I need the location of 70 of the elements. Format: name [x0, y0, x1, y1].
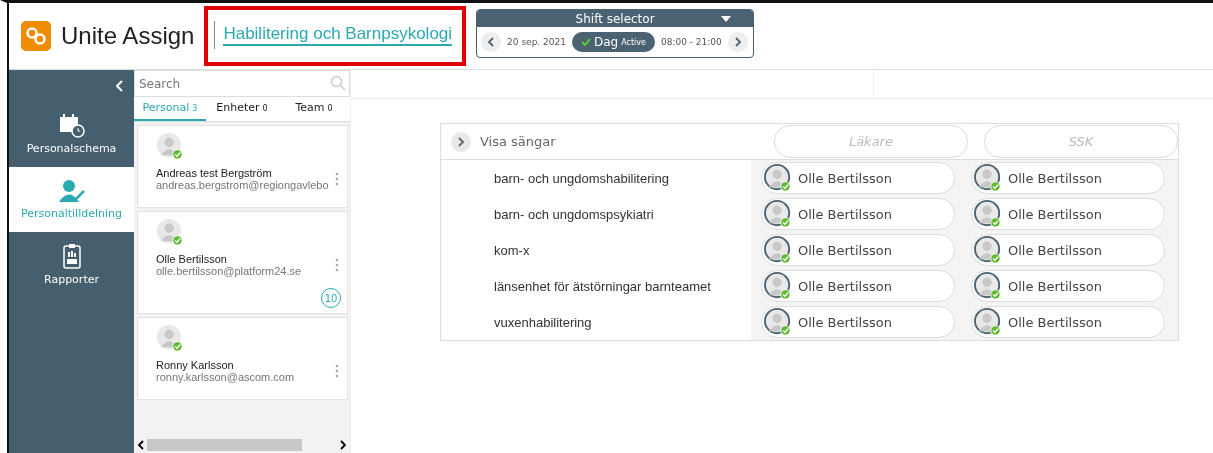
staff-email: andreas.bergstrom@regiongavlebo: [156, 179, 330, 191]
assigned-person[interactable]: Olle Bertilsson: [761, 162, 955, 194]
staff-name: Olle Bertilsson: [156, 253, 228, 265]
staff-email: ronny.karlsson@ascom.com: [156, 371, 296, 383]
staff-card[interactable]: Olle Bertilsson olle.bertilsson@platform24.se 10: [137, 211, 348, 314]
chevron-right-icon: [733, 37, 742, 47]
staff-email: olle.bertilsson@platform24.se: [156, 265, 303, 277]
dropdown-caret-icon[interactable]: [721, 15, 732, 22]
shift-selector-title: Shift selector: [575, 11, 655, 26]
calendar-clock-icon: [58, 114, 85, 138]
staff-name: Ronny Karlsson: [156, 359, 235, 371]
unit-name: länsenhet för ätstörningar barnteamet: [493, 278, 712, 294]
unit-name: vuxenhabilitering: [493, 314, 593, 330]
search-icon: [330, 75, 346, 91]
staff-card[interactable]: Andreas test Bergström andreas.bergstrom@regiongavlebo: [137, 125, 348, 208]
more-icon[interactable]: [335, 364, 339, 378]
scroll-left-icon: [137, 440, 145, 450]
assigned-person[interactable]: Olle Bertilsson: [761, 198, 955, 230]
sidebar-item[interactable]: Personalschema: [9, 102, 134, 167]
avatar-icon: [764, 308, 792, 336]
previous-button[interactable]: [481, 32, 502, 52]
more-icon[interactable]: [335, 258, 339, 272]
app-title: Unite Assign: [61, 22, 195, 50]
avatar-icon: [764, 164, 792, 192]
shift-date: 20 sep. 2021: [507, 37, 566, 47]
avatar-icon: [764, 200, 792, 228]
staff-card[interactable]: Ronny Karlsson ronny.karlsson@ascom.com: [137, 317, 348, 400]
assigned-person[interactable]: Olle Bertilsson: [971, 306, 1165, 338]
search-field[interactable]: Search: [134, 70, 350, 97]
avatar-icon: [764, 236, 792, 264]
unit-name: barn- och ungdomspsykiatri: [493, 206, 655, 222]
shift-status: Active: [621, 37, 646, 47]
assigned-person[interactable]: Olle Bertilsson: [761, 270, 955, 302]
avatar-icon: [764, 272, 792, 300]
tab[interactable]: Enheter 0: [206, 97, 278, 121]
shift-pill[interactable]: Dag Active: [572, 32, 655, 52]
clipboard-chart-icon: [62, 243, 81, 269]
more-icon[interactable]: [335, 172, 339, 186]
avatar-icon: [974, 164, 1002, 192]
shift-hours: 08:00 - 21:00: [660, 37, 722, 47]
tab[interactable]: Team 0: [278, 97, 350, 121]
assigned-person[interactable]: Olle Bertilsson: [971, 198, 1165, 230]
check-icon: [581, 38, 591, 46]
avatar-icon: [974, 308, 1002, 336]
unit-name: kom-x: [493, 242, 531, 258]
sidebar-item[interactable]: Rapporter: [9, 232, 134, 297]
show-beds-toggle[interactable]: Visa sängar: [441, 131, 758, 152]
column-header: Läkare: [773, 125, 968, 158]
unit-name: barn- och ungdomshabilitering: [493, 170, 670, 186]
assigned-person[interactable]: Olle Bertilsson: [971, 270, 1165, 302]
collapse-icon[interactable]: [116, 80, 124, 92]
column-header: SSK: [983, 125, 1178, 158]
horizontal-scrollbar[interactable]: [134, 437, 350, 453]
avatar-icon: [974, 272, 1002, 300]
assigned-person[interactable]: Olle Bertilsson: [761, 306, 955, 338]
avatar-icon: [156, 132, 184, 160]
assigned-person[interactable]: Olle Bertilsson: [971, 234, 1165, 266]
chevron-left-icon: [487, 37, 496, 47]
assigned-person[interactable]: Olle Bertilsson: [971, 162, 1165, 194]
avatar-icon: [156, 324, 184, 352]
scroll-right-icon: [339, 440, 347, 450]
assigned-person[interactable]: Olle Bertilsson: [761, 234, 955, 266]
avatar-icon: [156, 218, 184, 246]
person-check-icon: [58, 179, 85, 203]
avatar-icon: [974, 200, 1002, 228]
logo-icon: [21, 21, 51, 51]
chevron-right-icon: [457, 136, 465, 147]
avatar-icon: [974, 236, 1002, 264]
next-button[interactable]: [727, 32, 748, 52]
staff-name: Andreas test Bergström: [156, 167, 273, 179]
